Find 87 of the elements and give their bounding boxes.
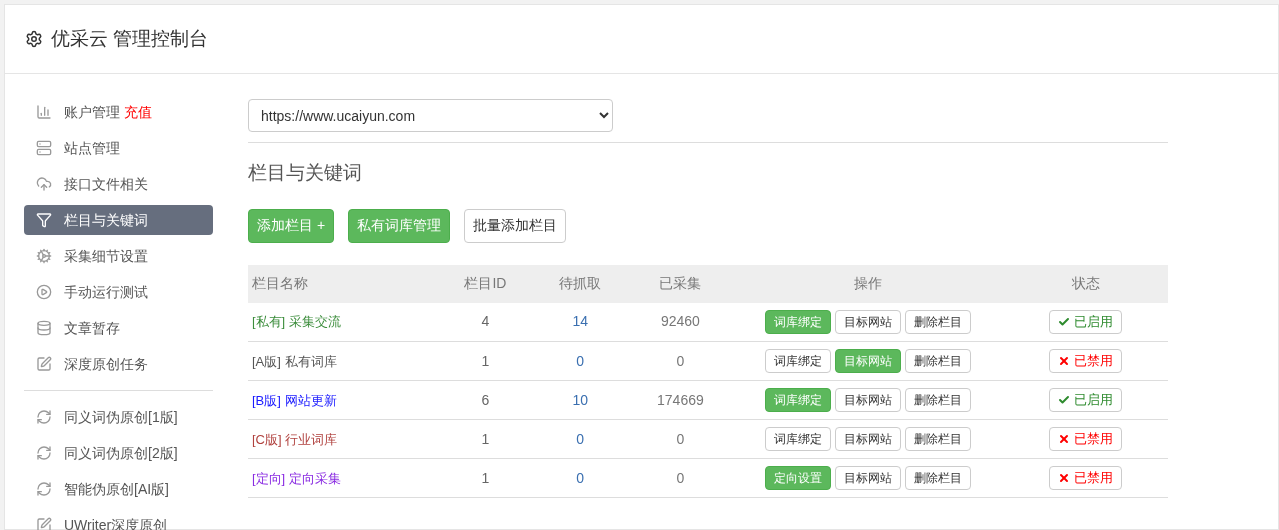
column-name: [定向] 定向采集 (252, 470, 341, 486)
sidebar-label: 接口文件相关 (64, 174, 148, 194)
table-cell: 14 (532, 302, 628, 342)
cloud-upload-icon (36, 176, 52, 192)
chart-icon (36, 104, 52, 120)
table-cell: 92460 (627, 302, 734, 342)
sidebar-label: 深度原创任务 (64, 354, 148, 374)
action-button[interactable]: 词库绑定 (765, 349, 832, 373)
refresh-icon (36, 445, 52, 461)
column-header: 操作 (733, 264, 1004, 303)
action-button[interactable]: 删除栏目 (905, 388, 972, 412)
column-name: [A版] 私有词库 (252, 353, 337, 369)
sidebar-item[interactable]: 站点管理 (24, 133, 213, 163)
column-name: [B版] 网站更新 (252, 392, 337, 408)
table-cell: 1 (438, 341, 533, 381)
edit-icon (36, 356, 52, 372)
table-cell: 0 (532, 419, 628, 459)
site-select[interactable]: https://www.ucaiyun.com (248, 99, 613, 132)
gear-icon (36, 248, 52, 264)
sidebar-label: 栏目与关键词 (64, 210, 148, 230)
action-button[interactable]: 目标网站 (835, 466, 902, 490)
sidebar-item[interactable]: 账户管理 充值 (24, 97, 213, 127)
settings-icon (25, 30, 43, 48)
sidebar-label: 文章暂存 (64, 318, 120, 338)
action-button[interactable]: 词库绑定 (765, 427, 832, 451)
sidebar-item[interactable]: 智能伪原创[AI版] (24, 474, 213, 504)
status-button[interactable]: 已禁用 (1049, 349, 1123, 373)
action-button[interactable]: 删除栏目 (905, 427, 972, 451)
table-cell: 1 (438, 458, 533, 498)
table-cell: 4 (438, 302, 533, 342)
sidebar-item[interactable]: 同义词伪原创[2版] (24, 438, 213, 468)
sidebar-item[interactable]: 同义词伪原创[1版] (24, 402, 213, 432)
database-icon (36, 320, 52, 336)
sidebar-item[interactable]: 栏目与关键词 (24, 205, 213, 235)
table-cell: 0 (627, 458, 734, 498)
table-cell: 0 (532, 458, 628, 498)
cross-icon (1058, 472, 1071, 484)
action-button[interactable]: 删除栏目 (905, 309, 972, 334)
sidebar-item[interactable]: 手动运行测试 (24, 277, 213, 307)
sidebar-label: 同义词伪原创[2版] (64, 443, 178, 463)
sidebar-label: 站点管理 (64, 138, 120, 158)
table-cell: 174669 (627, 380, 734, 420)
sidebar-item[interactable]: 接口文件相关 (24, 169, 213, 199)
sidebar-label: 同义词伪原创[1版] (64, 407, 178, 427)
table-cell: 0 (532, 341, 628, 381)
sidebar-label: 采集细节设置 (64, 246, 148, 266)
table-cell: 1 (438, 419, 533, 459)
column-header: 栏目ID (438, 264, 533, 303)
sidebar-item[interactable]: 文章暂存 (24, 313, 213, 343)
column-header: 栏目名称 (248, 264, 438, 303)
sidebar-item[interactable]: 采集细节设置 (24, 241, 213, 271)
sidebar-label: 智能伪原创[AI版] (64, 479, 169, 499)
window-title: 优采云 管理控制台 (51, 26, 209, 51)
play-icon (36, 284, 52, 300)
column-header: 状态 (1003, 264, 1168, 303)
table-cell: 0 (627, 341, 734, 381)
section-title: 栏目与关键词 (248, 161, 363, 185)
edit-icon (36, 517, 52, 530)
column-name: [私有] 采集交流 (252, 314, 341, 330)
cross-icon (1058, 355, 1071, 367)
recharge-link[interactable]: 充值 (124, 101, 152, 123)
action-button[interactable]: 批量添加栏目 (464, 208, 567, 243)
status-button[interactable]: 已禁用 (1049, 427, 1123, 451)
check-icon (1058, 315, 1071, 328)
status-button[interactable]: 已禁用 (1049, 466, 1123, 490)
filter-icon (36, 212, 52, 228)
column-name: [C版] 行业词库 (252, 431, 338, 447)
table-cell: 10 (532, 380, 628, 420)
refresh-icon (36, 409, 52, 425)
table-cell: 6 (438, 380, 533, 420)
table-cell: 0 (627, 419, 734, 459)
sidebar-item[interactable]: 深度原创任务 (24, 349, 213, 379)
server-icon (36, 140, 52, 156)
sidebar-label: 账户管理 (64, 102, 120, 122)
column-header: 已采集 (627, 264, 734, 303)
cross-icon (1058, 433, 1071, 445)
refresh-icon (36, 481, 52, 497)
status-button[interactable]: 已启用 (1049, 309, 1123, 334)
column-header: 待抓取 (532, 264, 628, 303)
sidebar-label: 手动运行测试 (64, 282, 148, 302)
status-button[interactable]: 已启用 (1049, 388, 1123, 412)
action-button[interactable]: 目标网站 (835, 388, 902, 412)
action-button[interactable]: 目标网站 (835, 427, 902, 451)
action-button[interactable]: 目标网站 (835, 309, 902, 334)
check-icon (1058, 394, 1071, 406)
action-button[interactable]: 删除栏目 (905, 349, 972, 373)
action-button[interactable]: 删除栏目 (905, 466, 972, 490)
